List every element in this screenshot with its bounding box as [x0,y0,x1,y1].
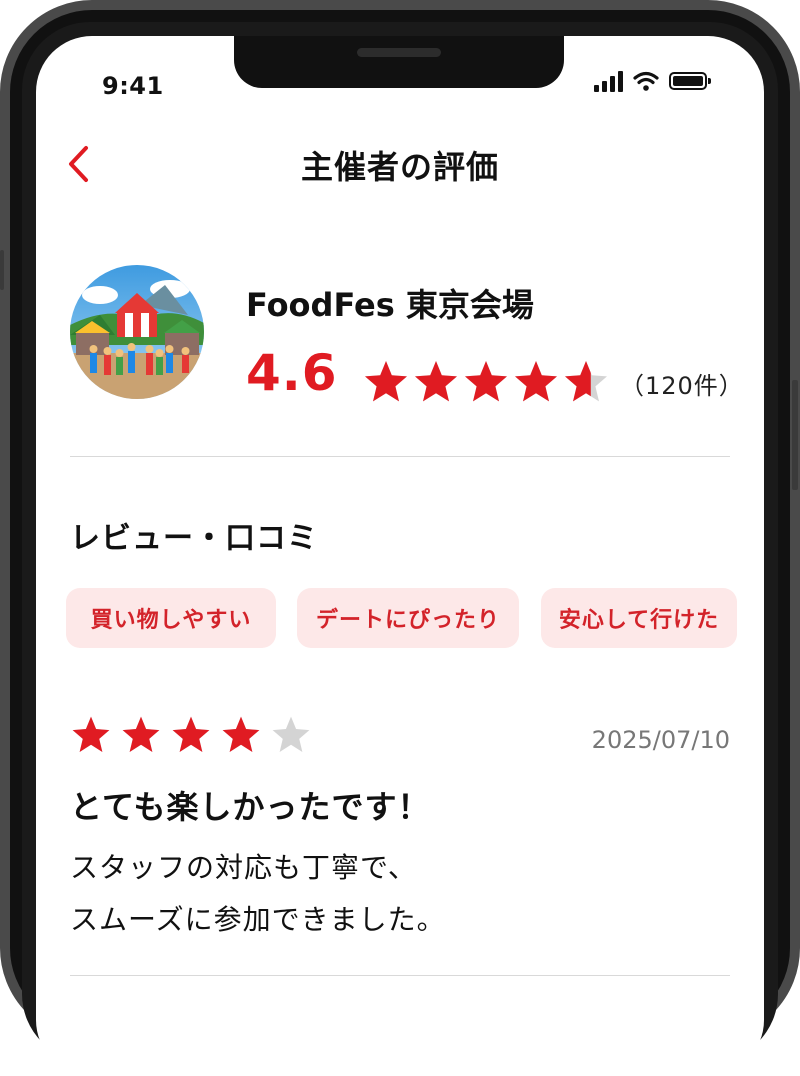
side-button [792,380,798,490]
review-count: （120件） [620,372,744,400]
tag-chip[interactable]: 安心して行けた [541,588,737,648]
side-button [0,250,4,290]
review-stars [70,714,312,756]
rating-stars [362,358,610,406]
star-icon [515,361,557,402]
section-title: レビュー・口コミ [70,521,318,556]
tag-chip[interactable]: デートにぴったり [297,588,519,648]
organizer-name: FoodFes 東京会場 [246,286,534,324]
wifi-icon [633,71,659,91]
notch [234,36,564,88]
star-icon [465,361,507,402]
review-body-line: スムーズに参加できました。 [70,903,446,936]
star-icon [565,361,607,402]
review-body-line: スタッフの対応も丁寧で、 [70,851,417,884]
review-date: 2025/07/10 [591,726,730,754]
divider [70,456,730,457]
organizer-avatar [70,265,204,399]
star-icon [272,716,310,752]
battery-icon [669,72,711,90]
page-title: 主催者の評価 [300,148,499,186]
rating-score: 4.6 [246,344,338,402]
star-icon [172,716,210,752]
star-icon [415,361,457,402]
star-icon [365,361,407,402]
star-icon [72,716,110,752]
status-icons [594,70,711,92]
speaker [357,48,441,57]
divider [70,975,730,976]
star-icon [122,716,160,752]
review-title: とても楽しかったです！ [70,788,431,826]
signal-icon [594,70,623,92]
star-icon [222,716,260,752]
status-time: 9:41 [102,72,164,100]
review-body: スタッフの対応も丁寧で、 スムーズに参加できました。 [70,842,446,946]
tag-chip[interactable]: 買い物しやすい [66,588,276,648]
